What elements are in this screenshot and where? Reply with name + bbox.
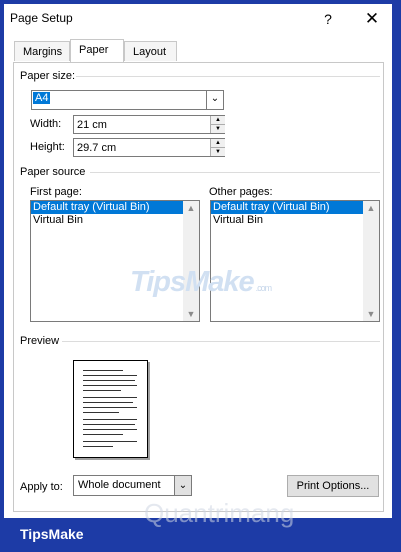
apply-to-label: Apply to: <box>20 481 63 493</box>
height-value: 29.7 cm <box>77 142 117 154</box>
height-field[interactable]: 29.7 cm ▲ ▼ <box>73 138 225 157</box>
preview-line <box>83 446 113 447</box>
scroll-up-icon[interactable]: ▲ <box>363 203 379 213</box>
tab-margins[interactable]: Margins <box>14 41 70 61</box>
preview-line <box>83 390 121 391</box>
paper-size-heading: Paper size: <box>20 70 76 82</box>
list-item[interactable]: Virtual Bin <box>211 214 379 227</box>
separator <box>90 172 380 173</box>
paper-size-select[interactable]: A4 ⌄ <box>31 90 224 110</box>
spin-up-button[interactable]: ▲ <box>210 139 225 148</box>
chevron-down-icon[interactable]: ⌄ <box>174 476 191 495</box>
help-icon[interactable]: ? <box>317 8 339 30</box>
window-title: Page Setup <box>10 11 73 25</box>
spin-arrows-icon[interactable]: ▲ ▼ <box>210 139 225 156</box>
apply-to-value: Whole document <box>78 479 161 491</box>
watermark-text: Quantrimang <box>144 498 295 528</box>
preview-line <box>83 412 119 413</box>
preview-line <box>83 407 137 408</box>
scroll-down-icon[interactable]: ▼ <box>363 309 379 319</box>
separator <box>76 76 380 77</box>
page-preview <box>73 360 148 458</box>
scrollbar[interactable]: ▲ ▼ <box>363 201 379 321</box>
other-pages-list[interactable]: Default tray (Virtual Bin) Virtual Bin ▲… <box>210 200 380 322</box>
separator <box>62 341 380 342</box>
spin-up-button[interactable]: ▲ <box>210 116 225 125</box>
chevron-down-icon[interactable]: ⌄ <box>206 91 223 109</box>
preview-heading: Preview <box>20 335 60 347</box>
list-item[interactable]: Default tray (Virtual Bin) <box>31 201 183 214</box>
preview-line <box>83 380 135 381</box>
list-item[interactable]: Virtual Bin <box>31 214 199 227</box>
tab-paper[interactable]: Paper <box>70 39 124 62</box>
other-pages-label: Other pages: <box>209 186 273 198</box>
tab-layout[interactable]: Layout <box>124 41 177 61</box>
preview-line <box>83 385 137 386</box>
preview-line <box>83 429 137 430</box>
apply-to-select[interactable]: Whole document ⌄ <box>73 475 192 496</box>
first-page-label: First page: <box>30 186 82 198</box>
width-field[interactable]: 21 cm ▲ ▼ <box>73 115 225 134</box>
paper-size-value: A4 <box>33 92 51 104</box>
watermark-logo: TipsMake .com <box>130 266 272 298</box>
preview-line <box>83 375 137 376</box>
paper-source-heading: Paper source <box>20 166 86 178</box>
preview-line <box>83 419 137 420</box>
width-value: 21 cm <box>77 119 107 131</box>
spin-arrows-icon[interactable]: ▲ ▼ <box>210 116 225 133</box>
close-icon[interactable]: ✕ <box>359 8 385 30</box>
list-item[interactable]: Default tray (Virtual Bin) <box>211 201 363 214</box>
preview-line <box>83 424 135 425</box>
first-page-list[interactable]: Default tray (Virtual Bin) Virtual Bin ▲… <box>30 200 200 322</box>
brand-label: TipsMake <box>20 526 84 542</box>
preview-line <box>83 402 133 403</box>
preview-line <box>83 434 123 435</box>
scroll-down-icon[interactable]: ▼ <box>183 309 199 319</box>
preview-line <box>83 397 137 398</box>
spin-down-button[interactable]: ▼ <box>210 148 225 156</box>
scrollbar[interactable]: ▲ ▼ <box>183 201 199 321</box>
width-label: Width: <box>30 118 62 130</box>
preview-line <box>83 441 137 442</box>
title-bar: Page Setup ? ✕ <box>4 4 392 34</box>
spin-down-button[interactable]: ▼ <box>210 125 225 133</box>
scroll-up-icon[interactable]: ▲ <box>183 203 199 213</box>
page-setup-dialog: Page Setup ? ✕ Margins Paper Layout Pape… <box>4 4 392 528</box>
print-options-button[interactable]: Print Options... <box>287 475 379 497</box>
height-label: Height: <box>30 141 65 153</box>
preview-line <box>83 370 123 371</box>
